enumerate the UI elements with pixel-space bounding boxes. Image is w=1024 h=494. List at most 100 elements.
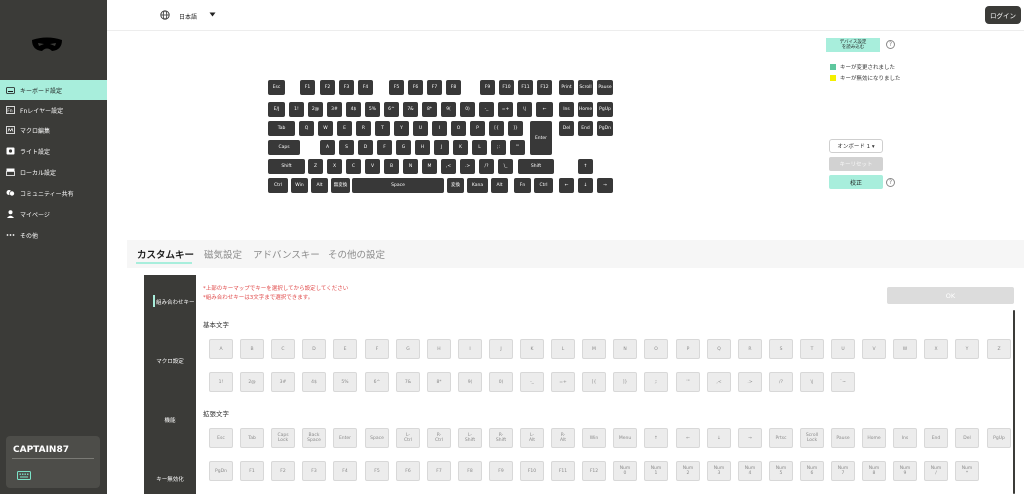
selectable-key[interactable]: L- Shift	[458, 428, 482, 448]
selectable-key[interactable]: G	[396, 339, 420, 359]
keymap-key[interactable]: Y	[394, 121, 409, 136]
keymap-key[interactable]: F5	[389, 80, 404, 95]
selectable-key[interactable]: 6^	[365, 372, 389, 392]
keymap-key[interactable]: 変換	[447, 178, 464, 193]
selectable-key[interactable]: F5	[365, 461, 389, 481]
selectable-key[interactable]: F8	[458, 461, 482, 481]
sidebar-item-other[interactable]: その他	[0, 225, 107, 245]
selectable-key[interactable]: S	[769, 339, 793, 359]
keymap-key[interactable]: \|	[517, 102, 532, 117]
keymap-key[interactable]: U	[413, 121, 428, 136]
selectable-key[interactable]: J	[489, 339, 513, 359]
keymap-key[interactable]: ]}	[508, 121, 523, 136]
keymap-key[interactable]: 無変換	[331, 178, 350, 193]
selectable-key[interactable]: O	[644, 339, 668, 359]
selectable-key[interactable]: [{	[582, 372, 606, 392]
keymap-key[interactable]: Caps	[268, 140, 300, 155]
selectable-key[interactable]: X	[924, 339, 948, 359]
keymap-key[interactable]: 6^	[384, 102, 399, 117]
side-tab-function[interactable]: 機能	[144, 416, 196, 424]
selectable-key[interactable]: Z	[987, 339, 1011, 359]
selectable-key[interactable]: ]}	[613, 372, 637, 392]
keymap-key[interactable]: 8*	[422, 102, 437, 117]
tab-custom-key[interactable]: カスタムキー	[137, 247, 194, 261]
selectable-key[interactable]: F2	[271, 461, 295, 481]
selectable-key[interactable]: Num 8	[862, 461, 886, 481]
sidebar-item-mypage[interactable]: マイページ	[0, 204, 107, 224]
keymap-key[interactable]: Ins	[559, 102, 574, 117]
sidebar-item-light[interactable]: ライト設定	[0, 141, 107, 161]
selectable-key[interactable]: ↑	[644, 428, 668, 448]
keymap-key[interactable]: Kana	[467, 178, 488, 193]
help-icon[interactable]: ?	[886, 178, 895, 187]
keymap-key[interactable]: Alt	[311, 178, 328, 193]
keymap-key[interactable]: Scroll	[578, 80, 593, 95]
selectable-key[interactable]: F1	[240, 461, 264, 481]
selectable-key[interactable]: K	[520, 339, 544, 359]
selectable-key[interactable]: ↓	[707, 428, 731, 448]
keymap-key[interactable]: Ctrl	[534, 178, 553, 193]
keymap-key[interactable]: P	[470, 121, 485, 136]
selectable-key[interactable]: /?	[769, 372, 793, 392]
selectable-key[interactable]: R- Ctrl	[427, 428, 451, 448]
keymap-key[interactable]: -_	[479, 102, 494, 117]
selectable-key[interactable]: ,<	[707, 372, 731, 392]
selectable-key[interactable]: Num 5	[769, 461, 793, 481]
selectable-key[interactable]: 0)	[489, 372, 513, 392]
keymap-key[interactable]: Shift	[268, 159, 305, 174]
selectable-key[interactable]: 2@	[240, 372, 264, 392]
selectable-key[interactable]: Num 2	[676, 461, 700, 481]
keymap-key[interactable]: Space	[352, 178, 444, 193]
keymap-key[interactable]: .>	[460, 159, 475, 174]
selectable-key[interactable]: -_	[520, 372, 544, 392]
selectable-key[interactable]: End	[924, 428, 948, 448]
selectable-key[interactable]: Home	[862, 428, 886, 448]
calibrate-button[interactable]: 校正	[829, 175, 883, 189]
keymap-key[interactable]: 4$	[346, 102, 361, 117]
selectable-key[interactable]: V	[862, 339, 886, 359]
keymap-key[interactable]: M	[422, 159, 437, 174]
keymap-key[interactable]: T	[375, 121, 390, 136]
keymap-key[interactable]: G	[396, 140, 411, 155]
keymap-key[interactable]: X	[327, 159, 342, 174]
language-label[interactable]: 日本語	[179, 12, 197, 21]
selectable-key[interactable]: L	[551, 339, 575, 359]
selectable-key[interactable]: W	[893, 339, 917, 359]
keymap-key[interactable]: S	[339, 140, 354, 155]
keymap-key[interactable]: 7&	[403, 102, 418, 117]
keymap-key[interactable]: ←	[559, 178, 574, 193]
keymap-key[interactable]: E/J	[268, 102, 285, 117]
selectable-key[interactable]: Pause	[831, 428, 855, 448]
selectable-key[interactable]: ;:	[644, 372, 668, 392]
onboard-profile-select[interactable]: オンボード 1 ▾	[829, 139, 883, 153]
selectable-key[interactable]: Num *	[955, 461, 979, 481]
selectable-key[interactable]: →	[738, 428, 762, 448]
selectable-key[interactable]: Num /	[924, 461, 948, 481]
selectable-key[interactable]: =+	[551, 372, 575, 392]
keymap-key[interactable]: Shift	[518, 159, 554, 174]
keymap-key[interactable]: Esc	[268, 80, 285, 95]
selectable-key[interactable]: F9	[489, 461, 513, 481]
selectable-key[interactable]: D	[302, 339, 326, 359]
selectable-key[interactable]: ←	[676, 428, 700, 448]
keymap-key[interactable]: F4	[358, 80, 373, 95]
selectable-key[interactable]: R- Alt	[551, 428, 575, 448]
selectable-key[interactable]: Del	[955, 428, 979, 448]
tab-other-settings[interactable]: その他の設定	[328, 247, 385, 261]
keymap-key[interactable]: [{	[489, 121, 504, 136]
caret-down-icon[interactable]	[209, 12, 216, 17]
keymap-key[interactable]: Pause	[597, 80, 613, 95]
keymap-key[interactable]: End	[578, 121, 593, 136]
selectable-key[interactable]: Num 0	[613, 461, 637, 481]
selectable-key[interactable]: F11	[551, 461, 575, 481]
selectable-key[interactable]: F6	[396, 461, 420, 481]
keymap-key[interactable]: F3	[339, 80, 354, 95]
keymap-key[interactable]: /?	[479, 159, 494, 174]
keymap-key[interactable]: 0)	[460, 102, 475, 117]
selectable-key[interactable]: 1!	[209, 372, 233, 392]
selectable-key[interactable]: F10	[520, 461, 544, 481]
selectable-key[interactable]: M	[582, 339, 606, 359]
login-button[interactable]: ログイン	[985, 6, 1021, 24]
keymap-key[interactable]: \_	[498, 159, 513, 174]
selectable-key[interactable]: T	[800, 339, 824, 359]
